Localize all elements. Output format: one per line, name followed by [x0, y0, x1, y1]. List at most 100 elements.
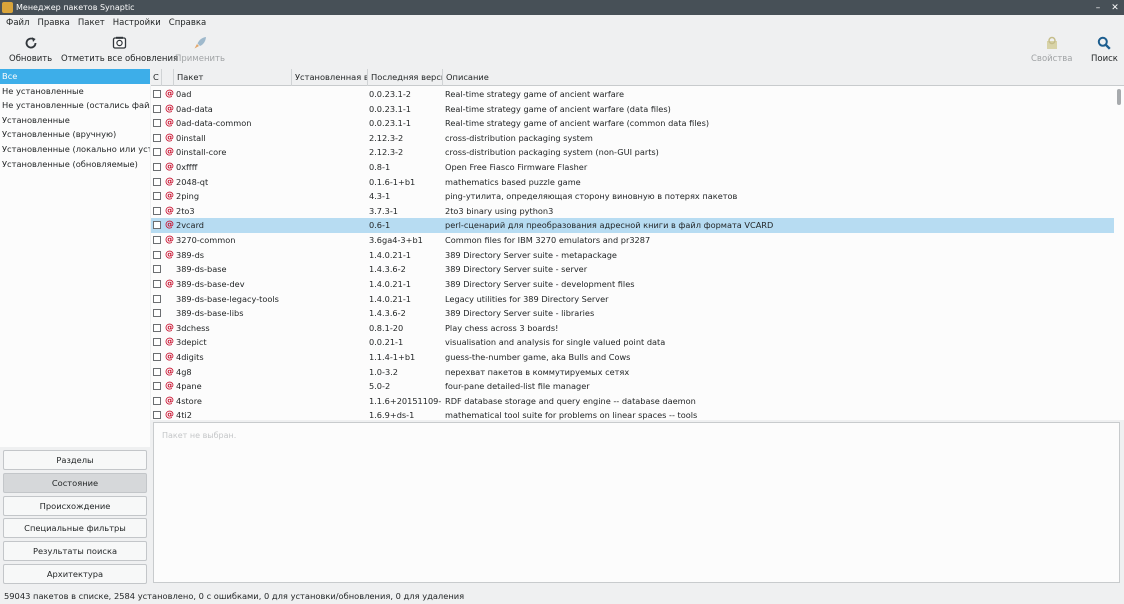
filter-category-button[interactable]: Архитектура: [3, 563, 147, 584]
menu-package[interactable]: Пакет: [74, 18, 109, 28]
package-latest-version: 1.1.4-1+b1: [369, 351, 416, 362]
package-checkbox[interactable]: [153, 133, 161, 142]
debian-swirl-icon: @: [165, 103, 174, 114]
package-checkbox[interactable]: [153, 119, 161, 128]
column-origin[interactable]: [162, 69, 174, 86]
package-row[interactable]: @3depict 0.0.21-1 visualisation and analys…: [151, 335, 1114, 350]
package-checkbox[interactable]: [153, 90, 161, 98]
package-name: 389-ds: [176, 249, 205, 260]
package-row[interactable]: @0ad 0.0.23.1-2 Real-time strategy game of…: [151, 87, 1114, 102]
filter-category-button[interactable]: Разделы: [3, 450, 147, 470]
filter-item[interactable]: Установленные (локально или устаревшие): [0, 142, 150, 157]
debian-swirl-icon: @: [165, 205, 174, 216]
package-row[interactable]: @3dchess 0.8.1-20 Play chess across 3 boar…: [151, 321, 1114, 336]
package-description: Real-time strategy game of ancient warfa…: [445, 89, 625, 99]
menu-help[interactable]: Справка: [165, 18, 210, 28]
package-row[interactable]: @0ad-data 0.0.23.1-1 Real-time strategy ga…: [151, 102, 1114, 117]
package-checkbox[interactable]: [153, 148, 161, 157]
package-name: 4g8: [176, 366, 192, 377]
column-latest-version[interactable]: Последняя версия: [368, 69, 443, 86]
package-checkbox[interactable]: [153, 352, 161, 361]
debian-swirl-icon: @: [165, 366, 174, 377]
package-row[interactable]: @2048-qt 0.1.6-1+b1 mathematics based puzz…: [151, 175, 1114, 190]
package-row[interactable]: @4store 1.1.6+20151109-2+b1RDF database s…: [151, 394, 1114, 409]
package-row[interactable]: 389-ds-base-legacy-tools 1.4.0.21-1 Legacy…: [151, 292, 1114, 307]
debian-swirl-icon: @: [165, 322, 174, 333]
properties-button[interactable]: Свойства: [1031, 35, 1073, 64]
filter-category-button[interactable]: Происхождение: [3, 495, 147, 516]
package-checkbox[interactable]: [153, 279, 161, 288]
package-row[interactable]: @0ad-data-common 0.0.23.1-1 Real-time stra…: [151, 116, 1114, 131]
package-checkbox[interactable]: [153, 250, 161, 259]
package-row[interactable]: @0install-core 2.12.3-2 cross-distribution…: [151, 145, 1114, 160]
menu-file[interactable]: Файл: [2, 18, 33, 28]
mark-all-upgrades-button[interactable]: Отметить все обновления: [61, 35, 178, 64]
package-row[interactable]: @3270-common 3.6ga4-3+b1 Common files for …: [151, 233, 1114, 248]
search-button[interactable]: Поиск: [1091, 35, 1118, 64]
apply-button[interactable]: Применить: [175, 35, 225, 64]
package-row[interactable]: @0xffff 0.8-1 Open Free Fiasco Firmware Fl…: [151, 160, 1114, 175]
package-name: 0ad-data: [176, 103, 213, 114]
debian-swirl-icon: @: [165, 249, 174, 260]
column-installed-version[interactable]: Установленная версия: [292, 69, 368, 86]
menu-edit[interactable]: Правка: [33, 18, 73, 28]
filter-item[interactable]: Не установленные (остались файлы настрой…: [0, 98, 150, 113]
package-checkbox[interactable]: [153, 221, 161, 230]
column-status[interactable]: С: [151, 69, 162, 86]
package-checkbox[interactable]: [153, 367, 161, 376]
package-description: Legacy utilities for 389 Directory Serve…: [445, 293, 609, 304]
close-button[interactable]: ✕: [1106, 3, 1124, 13]
filter-list: Все Не установленные Не установленные (ост…: [0, 69, 150, 447]
reload-button[interactable]: Обновить: [9, 35, 52, 64]
package-row[interactable]: @389-ds 1.4.0.21-1 389 Directory Server su…: [151, 248, 1114, 263]
package-checkbox[interactable]: [153, 396, 161, 405]
filter-item[interactable]: Все: [0, 69, 150, 84]
package-checkbox[interactable]: [153, 206, 161, 215]
package-row[interactable]: @4digits 1.1.4-1+b1 guess-the-number game,…: [151, 350, 1114, 365]
package-row[interactable]: @4g8 1.0-3.2 перехват пакетов в коммутируе…: [151, 365, 1114, 380]
package-checkbox[interactable]: [153, 192, 161, 201]
filter-category-button[interactable]: Специальные фильтры: [3, 518, 147, 539]
package-checkbox[interactable]: [153, 323, 161, 332]
package-row[interactable]: @2ping 4.3-1 ping-утилита, определяющая ст…: [151, 189, 1114, 204]
package-checkbox[interactable]: [153, 294, 161, 303]
package-name: 0install-core: [176, 147, 227, 158]
menu-settings[interactable]: Настройки: [109, 18, 165, 28]
package-name: 0ad: [176, 89, 192, 99]
package-checkbox[interactable]: [153, 163, 161, 172]
package-row[interactable]: @2to3 3.7.3-1 2to3 binary using python3: [151, 204, 1114, 219]
package-row[interactable]: @0install 2.12.3-2 cross-distribution pack…: [151, 131, 1114, 146]
column-description[interactable]: Описание: [443, 69, 1124, 86]
package-details-pane: Пакет не выбран.: [153, 422, 1120, 583]
package-rows: @0ad 0.0.23.1-2 Real-time strategy game of…: [151, 87, 1114, 420]
filter-category-button[interactable]: Состояние: [3, 472, 147, 493]
package-latest-version: 4.3-1: [369, 191, 391, 202]
minimize-button[interactable]: –: [1090, 3, 1106, 13]
package-checkbox[interactable]: [153, 309, 161, 318]
package-checkbox[interactable]: [153, 236, 161, 245]
package-list: С Пакет Установленная версия Последняя в…: [151, 69, 1124, 420]
package-row[interactable]: @4ti2 1.6.9+ds-1 mathematical tool suite f…: [151, 408, 1114, 420]
package-row[interactable]: 389-ds-base 1.4.3.6-2 389 Directory Server…: [151, 262, 1114, 277]
filter-category-button[interactable]: Результаты поиска: [3, 541, 147, 562]
filter-item[interactable]: Установленные (обновляемые): [0, 157, 150, 172]
package-checkbox[interactable]: [153, 382, 161, 391]
package-checkbox[interactable]: [153, 177, 161, 186]
package-name: 4store: [176, 395, 202, 406]
package-list-scrollbar[interactable]: [1117, 89, 1121, 105]
package-name: 4pane: [176, 381, 202, 392]
package-checkbox[interactable]: [153, 104, 161, 113]
package-row[interactable]: @389-ds-base-dev 1.4.0.21-1 389 Directory …: [151, 277, 1114, 292]
package-description: 389 Directory Server suite - development…: [445, 278, 635, 289]
package-row[interactable]: @2vcard 0.6-1 perl-сценарий для преобразов…: [151, 218, 1114, 234]
filter-item[interactable]: Установленные (вручную): [0, 127, 150, 142]
menu-bar: Файл Правка Пакет Настройки Справка: [0, 15, 1124, 31]
column-package[interactable]: Пакет: [174, 69, 292, 86]
package-checkbox[interactable]: [153, 411, 161, 420]
filter-item[interactable]: Не установленные: [0, 84, 150, 99]
package-row[interactable]: @4pane 5.0-2 four-pane detailed-list file …: [151, 379, 1114, 394]
package-checkbox[interactable]: [153, 338, 161, 347]
package-checkbox[interactable]: [153, 265, 161, 274]
filter-item[interactable]: Установленные: [0, 113, 150, 128]
package-row[interactable]: 389-ds-base-libs 1.4.3.6-2 389 Directory S…: [151, 306, 1114, 321]
